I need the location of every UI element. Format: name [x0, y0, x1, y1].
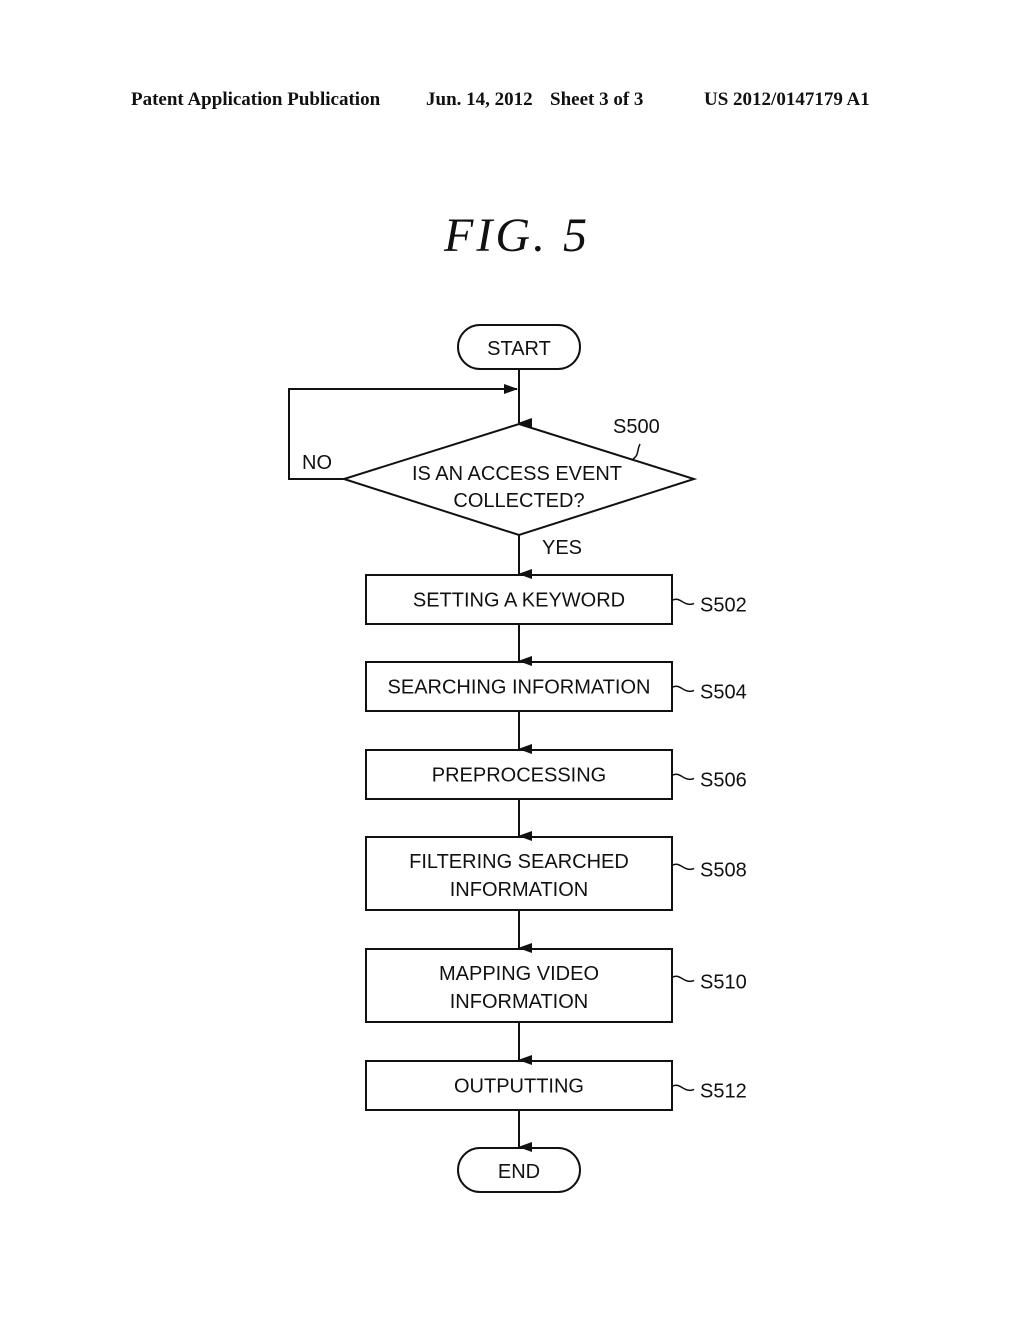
leader-line — [671, 598, 695, 606]
process-step-s504: SEARCHING INFORMATION S504 — [365, 661, 747, 754]
step-id: S506 — [700, 770, 747, 792]
process-label: SETTING A KEYWORD — [413, 590, 625, 612]
decision-line-2: COLLECTED? — [453, 490, 584, 512]
step-id: S508 — [700, 860, 747, 882]
flowchart: START IS AN ACCESS EVENT COLLECTED? S500… — [288, 324, 747, 1193]
decision-step-id: S500 — [613, 416, 660, 438]
leader-line — [671, 685, 695, 693]
leader-line — [671, 863, 695, 871]
step-id: S504 — [700, 682, 747, 704]
yes-label: YES — [542, 537, 582, 559]
leader-line — [671, 975, 695, 983]
process-label: OUTPUTTING — [454, 1076, 584, 1098]
leader-line — [671, 1084, 695, 1092]
process-label: FILTERING SEARCHED — [409, 851, 629, 873]
process-label: INFORMATION — [450, 879, 589, 901]
decision-line-1: IS AN ACCESS EVENT — [412, 463, 622, 485]
process-label: PREPROCESSING — [432, 765, 606, 787]
process-step-s506: PREPROCESSING S506 — [365, 749, 747, 841]
process-label: MAPPING VIDEO — [439, 963, 599, 985]
step-id: S510 — [700, 972, 747, 994]
no-label: NO — [302, 452, 332, 474]
process-label: SEARCHING INFORMATION — [388, 677, 651, 699]
process-label: INFORMATION — [450, 991, 589, 1013]
process-steps: SETTING A KEYWORD S502 SEARCHING INFORMATI… — [365, 574, 747, 1152]
process-step-s510: MAPPING VIDEO INFORMATION S510 — [365, 948, 747, 1065]
process-step-s508: FILTERING SEARCHED INFORMATION S508 — [365, 836, 747, 953]
step-id: S502 — [700, 595, 747, 617]
step-id: S512 — [700, 1081, 747, 1103]
process-step-s512: OUTPUTTING S512 — [365, 1060, 747, 1152]
process-step-s502: SETTING A KEYWORD S502 — [365, 574, 747, 666]
start-label: START — [487, 338, 551, 360]
leader-line — [671, 773, 695, 781]
end-label: END — [498, 1161, 540, 1183]
decision-leader-line — [631, 443, 641, 461]
